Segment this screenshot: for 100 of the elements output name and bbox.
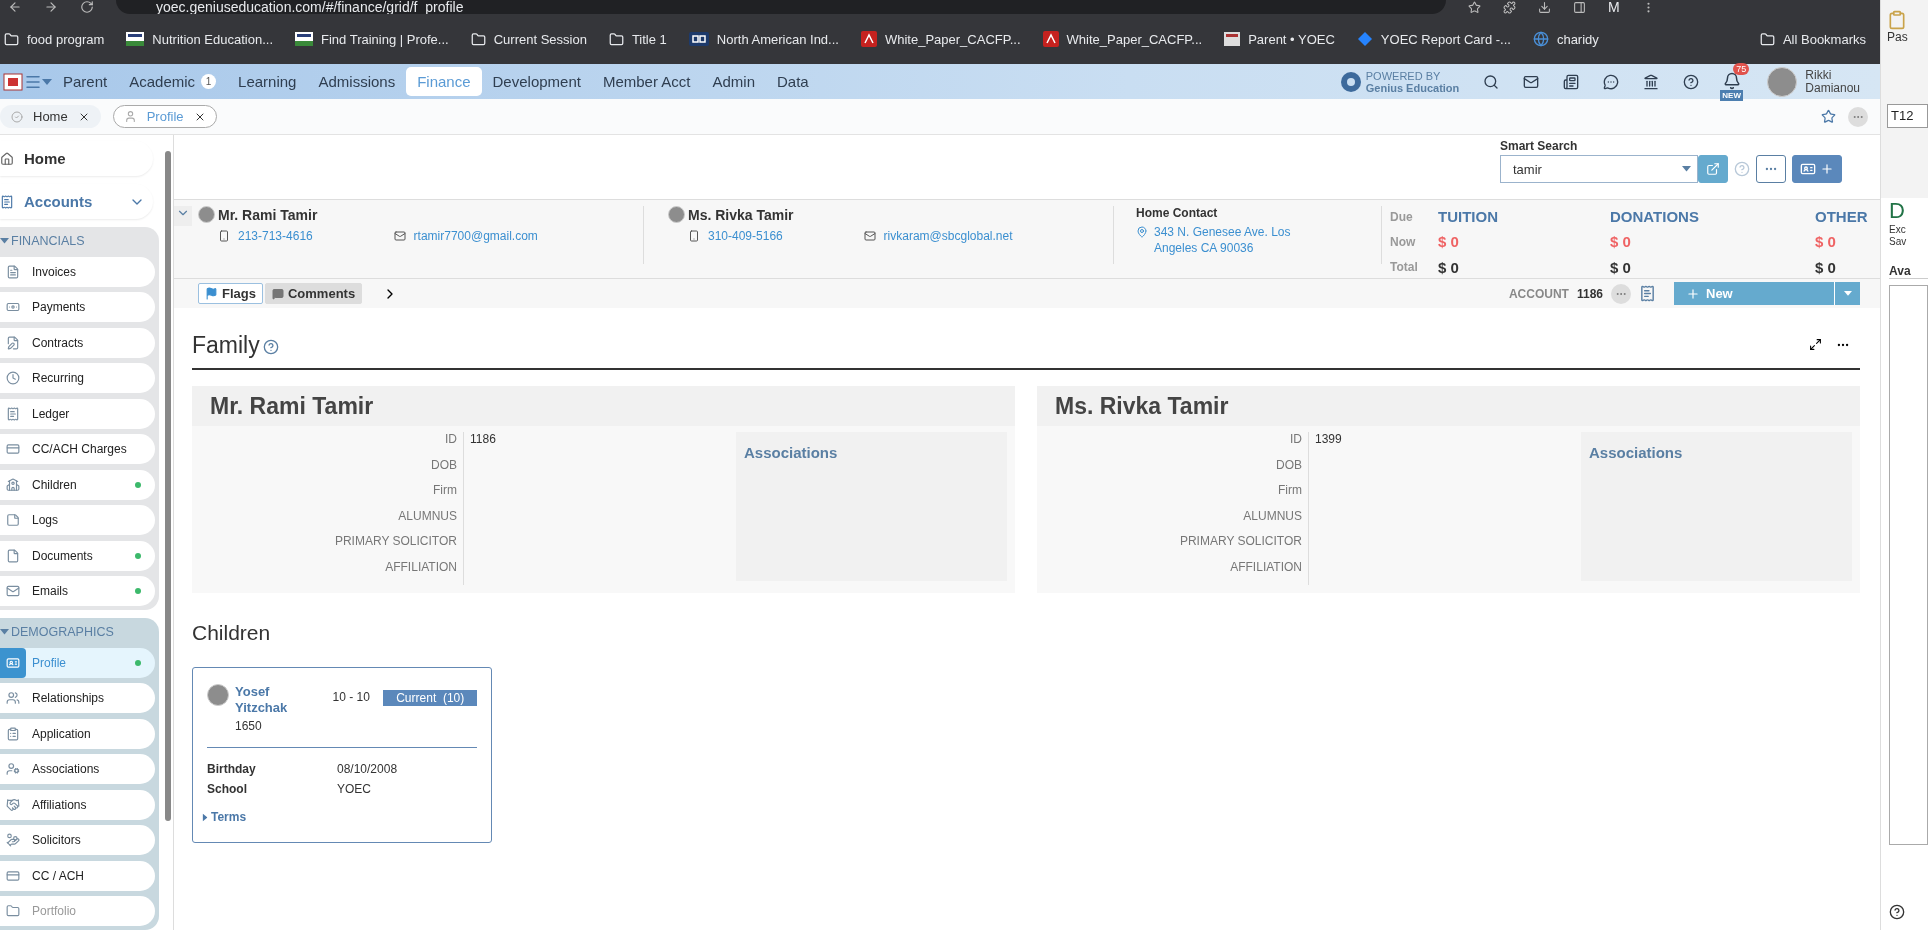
nav-tab[interactable]: Admin xyxy=(701,67,766,96)
chat-icon[interactable] xyxy=(1603,73,1620,90)
plus-icon xyxy=(1686,286,1700,301)
sidebar-item[interactable]: Contracts xyxy=(0,327,155,358)
sidebar-item[interactable]: Children xyxy=(0,469,155,500)
count-badge: 1 xyxy=(201,74,217,89)
nav-tab[interactable]: Academic 1 xyxy=(118,67,228,96)
user-gear-icon xyxy=(6,762,20,776)
caret-icon xyxy=(0,629,9,635)
caret-icon[interactable] xyxy=(42,78,52,85)
bookmark[interactable]: charidy xyxy=(1532,31,1599,47)
reload-icon[interactable] xyxy=(80,0,94,14)
grade-range: 10 - 10 xyxy=(332,689,371,706)
building-icon[interactable] xyxy=(1643,73,1660,90)
handshake-icon xyxy=(6,797,20,812)
sidebar-item[interactable]: Relationships xyxy=(0,683,155,713)
sidebar-item[interactable]: Associations xyxy=(0,754,155,784)
clock-icon xyxy=(6,371,20,385)
collapse-icon[interactable] xyxy=(174,206,192,226)
sidebar-item[interactable]: Documents xyxy=(0,540,155,571)
panel-tab[interactable]: Flags xyxy=(198,283,263,304)
bookmark[interactable]: Current Session xyxy=(470,31,587,47)
sidebar-item[interactable]: Invoices xyxy=(0,256,155,287)
clipboard-icon xyxy=(6,726,20,741)
nav-tab[interactable]: Admissions xyxy=(307,67,407,96)
sidebar-item[interactable]: Home xyxy=(0,141,153,176)
sidebar-item[interactable]: Logs xyxy=(0,505,155,535)
row-label: Due xyxy=(1390,209,1414,224)
child-first-name[interactable]: Yosef xyxy=(235,684,327,700)
forward-icon[interactable] xyxy=(44,0,58,14)
account-label: ACCOUNT xyxy=(1508,286,1569,301)
powered-by-text: POWERED BY xyxy=(1365,69,1442,82)
section-title: Family xyxy=(192,331,260,359)
sidebar-item[interactable]: CC/ACH Charges xyxy=(0,434,155,464)
clipboard-icon[interactable] xyxy=(1887,10,1907,30)
balance-heading: OTHER xyxy=(1815,208,1869,226)
dropdown-button[interactable] xyxy=(1834,282,1860,305)
download-icon[interactable] xyxy=(1538,1,1551,14)
panel-tab[interactable]: Comments xyxy=(264,283,363,304)
side-panel-icon[interactable] xyxy=(1573,1,1586,14)
bookmark[interactable]: Parent • YOEC xyxy=(1224,31,1335,47)
folder-icon xyxy=(4,31,19,47)
sidebar-item[interactable]: Recurring xyxy=(0,363,155,393)
bookmark[interactable]: YOEC Report Card -... xyxy=(1356,31,1511,47)
sidebar-item[interactable]: CC / ACH xyxy=(0,860,155,891)
child-last-name[interactable]: Yitzchak xyxy=(235,700,327,716)
all-bookmarks[interactable]: All Bookmarks xyxy=(1759,31,1866,47)
sidebar-item[interactable]: Solicitors xyxy=(0,825,155,855)
page-tab[interactable]: Home xyxy=(0,105,101,128)
nav-tab[interactable]: Learning xyxy=(227,67,308,96)
back-icon[interactable] xyxy=(8,0,22,14)
member-name: Mr. Rami Tamir xyxy=(192,386,1015,426)
news-icon[interactable] xyxy=(1563,73,1580,90)
star-icon[interactable] xyxy=(1468,1,1481,14)
add-contact-button[interactable] xyxy=(1792,155,1842,183)
sidebar-item[interactable]: Affiliations xyxy=(0,789,155,820)
bookmark[interactable]: Title 1 xyxy=(608,31,667,47)
puzzle-icon[interactable] xyxy=(1503,1,1516,14)
bookmark[interactable]: White_Paper_CACFP... xyxy=(860,31,1021,47)
field-label: Firm xyxy=(1037,483,1309,509)
nav-tab[interactable]: Member Acct xyxy=(591,67,702,96)
search-icon[interactable] xyxy=(1483,73,1500,90)
school-logo-icon[interactable] xyxy=(2,70,24,93)
sidebar-item[interactable]: Application xyxy=(0,718,155,749)
help-icon[interactable] xyxy=(1683,73,1700,90)
pane-text: Exc xyxy=(1889,224,1906,236)
sidebar-item[interactable]: Ledger xyxy=(0,398,155,429)
sidebar-section[interactable]: Accounts xyxy=(0,184,153,219)
sidebar-item[interactable]: Emails xyxy=(0,576,155,606)
cell-field[interactable]: T12 xyxy=(1887,104,1928,128)
location-pin-icon xyxy=(1136,226,1148,238)
associations-title: Associations xyxy=(744,444,838,461)
more-button[interactable] xyxy=(1756,155,1786,183)
nav-tab[interactable]: Development xyxy=(481,67,592,96)
notification-icon[interactable] xyxy=(1723,71,1742,90)
nav-tab[interactable]: Parent xyxy=(52,67,119,96)
globe-icon xyxy=(1532,31,1549,47)
user-avatar[interactable] xyxy=(1767,66,1798,97)
plus-icon xyxy=(1820,162,1834,176)
caret-icon xyxy=(202,813,208,821)
person-avatar xyxy=(668,206,685,223)
expand-icon[interactable] xyxy=(1809,338,1822,351)
bookmark[interactable]: White_Paper_CACFP... xyxy=(1042,31,1203,47)
field-label: DOB xyxy=(192,457,464,483)
field-label: PRIMARY SOLICITOR xyxy=(1037,534,1309,560)
help-icon[interactable] xyxy=(1889,904,1905,920)
bookmark[interactable]: Nutrition Education... xyxy=(126,31,273,47)
profile-avatar[interactable]: M xyxy=(1608,0,1620,14)
favorite-icon[interactable] xyxy=(1821,109,1836,124)
bookmark[interactable]: North American Ind... xyxy=(688,31,839,47)
sidebar-item[interactable]: Payments xyxy=(0,292,155,322)
total-amount: $ 0 xyxy=(1438,258,1460,276)
bookmark[interactable]: food program xyxy=(4,31,105,47)
terms-toggle[interactable]: Terms xyxy=(201,810,247,824)
nav-tab[interactable]: Data xyxy=(766,67,820,96)
flag-icon xyxy=(205,287,218,300)
mail-icon[interactable] xyxy=(1523,73,1540,90)
receipt-icon[interactable] xyxy=(1639,285,1656,302)
smart-search-field[interactable]: tamir xyxy=(1500,155,1698,183)
bookmark[interactable]: Find Training | Profe... xyxy=(295,31,449,47)
